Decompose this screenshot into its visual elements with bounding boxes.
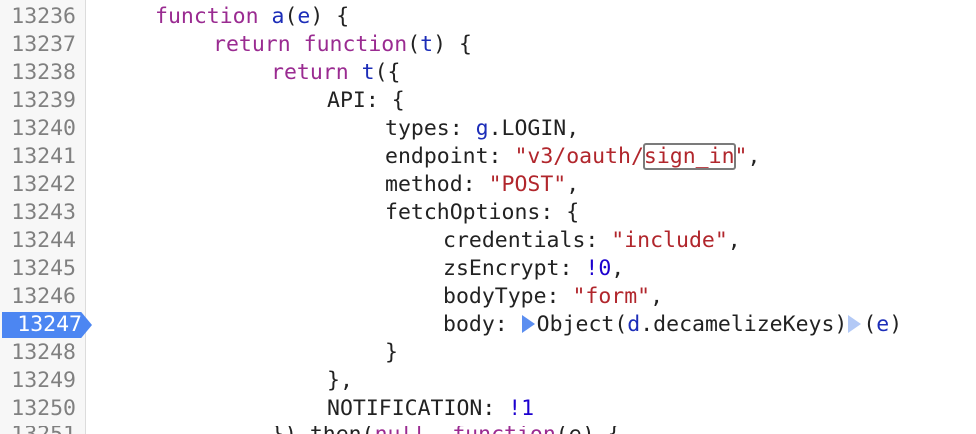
keyword: function — [155, 4, 259, 29]
property-key: zsEncrypt: — [443, 256, 586, 281]
member: .LOGIN, — [488, 116, 580, 141]
code-line: fetchOptions: { — [385, 200, 580, 225]
punctuation: ( — [407, 32, 421, 57]
member: .decamelizeKeys) — [640, 312, 848, 337]
line-number-gutter[interactable]: 13236 13237 13238 13239 13240 13241 1324… — [0, 0, 92, 434]
punctuation: (e) { — [556, 426, 621, 434]
code-line: return t({ — [271, 59, 400, 87]
string-literal: " — [734, 144, 748, 169]
punctuation: , — [650, 284, 664, 309]
line-number[interactable]: 13249 — [0, 367, 78, 395]
code-line: NOTIFICATION: !1 — [327, 395, 534, 423]
keyword: function — [452, 426, 556, 434]
code-line: zsEncrypt: !0, — [443, 255, 624, 283]
punctuation: ( — [284, 4, 298, 29]
property-key: method: — [385, 172, 489, 197]
property-key: types: — [385, 116, 476, 141]
identifier: e — [876, 312, 890, 337]
code-line: } — [385, 340, 398, 365]
identifier: g — [475, 116, 489, 141]
punctuation: , — [566, 172, 580, 197]
punctuation: ({ — [374, 60, 401, 85]
code-line: }, — [327, 368, 353, 393]
code-line: credentials: "include", — [443, 227, 741, 255]
string-literal: "v3/oauth/ — [514, 144, 644, 169]
line-number[interactable]: 13236 — [0, 3, 78, 31]
code-line: API: { — [327, 88, 405, 113]
identifier: e — [297, 4, 311, 29]
property-key: bodyType: — [443, 284, 573, 309]
punctuation: ) { — [433, 32, 472, 57]
code-line: body: Object(d.decamelizeKeys) (e) — [443, 311, 902, 339]
property-key: credentials: — [443, 228, 612, 253]
line-number[interactable]: 13244 — [0, 227, 78, 255]
string-literal: "POST" — [488, 172, 567, 197]
identifier: a — [271, 4, 285, 29]
breakpoint-marker[interactable]: 13247 — [2, 312, 92, 338]
keyword: return — [271, 60, 349, 85]
identifier: t — [361, 60, 375, 85]
line-number[interactable]: 13237 — [0, 31, 78, 59]
call-expression: }).then( — [271, 426, 375, 434]
line-number[interactable]: 13250 — [0, 395, 78, 423]
code-line: method: "POST", — [385, 171, 579, 199]
punctuation: , — [426, 426, 452, 434]
line-number[interactable]: 13239 — [0, 87, 78, 115]
keyword: function — [303, 32, 408, 57]
code-line: types: g.LOGIN, — [385, 115, 579, 143]
line-number[interactable]: 13243 — [0, 199, 78, 227]
line-number[interactable]: 13245 — [0, 255, 78, 283]
numeric-literal: !1 — [508, 396, 535, 421]
inline-breakpoint-icon[interactable] — [848, 315, 862, 333]
code-line: }).then(null, function(e) { — [271, 426, 621, 434]
string-literal: "form" — [572, 284, 651, 309]
code-line: function a(e) { — [155, 3, 349, 31]
inline-breakpoint-icon[interactable] — [521, 315, 535, 333]
search-match-highlight[interactable]: sign_in — [642, 143, 736, 170]
numeric-literal: !0 — [585, 256, 612, 281]
code-line: return function(t) { — [213, 31, 472, 59]
line-number[interactable]: 13242 — [0, 171, 78, 199]
code-line: bodyType: "form", — [443, 283, 663, 311]
line-number[interactable]: 13246 — [0, 283, 78, 311]
code-editor[interactable]: function a(e) { return function(t) { ret… — [86, 0, 976, 434]
property-key: body: — [443, 312, 521, 337]
identifier: d — [627, 312, 641, 337]
string-literal: "include" — [611, 228, 728, 253]
punctuation: ) — [889, 312, 903, 337]
clipped-row: }).then(null, function(e) { — [86, 426, 976, 434]
line-number[interactable]: 13248 — [0, 339, 78, 367]
punctuation: ) { — [310, 4, 350, 29]
keyword: return — [213, 32, 291, 57]
punctuation: ( — [863, 312, 877, 337]
line-number[interactable]: 13238 — [0, 59, 78, 87]
clipped-row: 13251 — [0, 426, 85, 434]
line-number[interactable]: 13241 — [0, 143, 78, 171]
code-line: endpoint: "v3/oauth/sign_in", — [385, 143, 760, 171]
punctuation: , — [727, 228, 741, 253]
punctuation: , — [747, 144, 761, 169]
punctuation: , — [611, 256, 625, 281]
identifier: t — [420, 32, 434, 57]
line-number[interactable]: 13240 — [0, 115, 78, 143]
keyword: null — [375, 426, 427, 434]
property-key: NOTIFICATION: — [327, 396, 509, 421]
call-expression: Object( — [536, 312, 628, 337]
property-key: endpoint: — [385, 144, 515, 169]
line-number[interactable]: 13251 — [0, 426, 78, 434]
